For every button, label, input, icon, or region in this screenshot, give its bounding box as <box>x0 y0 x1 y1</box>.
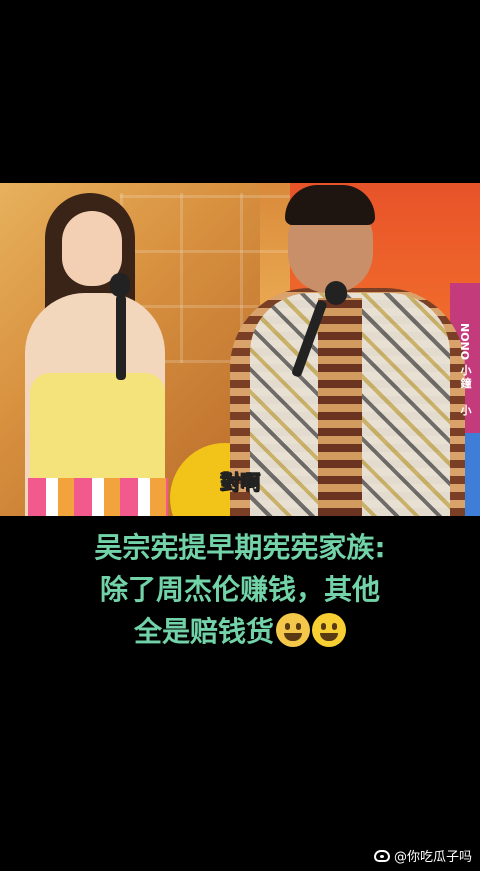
watermark: @你吃瓜子吗 <box>373 846 472 865</box>
video-subtitle: 對啊 <box>220 470 261 495</box>
microphone-icon <box>110 273 130 297</box>
caption-line-3-text: 全是赔钱货 <box>133 615 274 648</box>
microphone-icon <box>325 281 347 305</box>
channel-logo-text: NONO <box>458 323 471 361</box>
weibo-icon <box>373 849 390 862</box>
grinning-face-icon <box>312 613 346 647</box>
woman-skirt <box>28 478 168 516</box>
channel-label-2: 小 <box>460 404 472 418</box>
microphone-handle <box>116 295 126 380</box>
man-hair <box>285 185 375 225</box>
post-caption: 吴宗宪提早期宪宪家族: 除了周杰伦赚钱，其他 全是赔钱货 <box>0 527 480 653</box>
crying-laughing-cat-icon <box>276 613 310 647</box>
video-frame[interactable]: NONO 小鐘 小 對啊 <box>0 183 480 516</box>
channel-logo: NONO 小鐘 小 <box>458 323 474 417</box>
man-shirt-center <box>318 298 362 516</box>
watermark-text: @你吃瓜子吗 <box>393 850 472 865</box>
caption-line-1: 吴宗宪提早期宪宪家族: <box>94 531 386 564</box>
caption-line-2: 除了周杰伦赚钱，其他 <box>99 573 380 606</box>
channel-label-1: 小鐘 <box>460 364 472 391</box>
woman-top <box>30 373 165 483</box>
caption-line-3: 全是赔钱货 <box>0 611 480 653</box>
